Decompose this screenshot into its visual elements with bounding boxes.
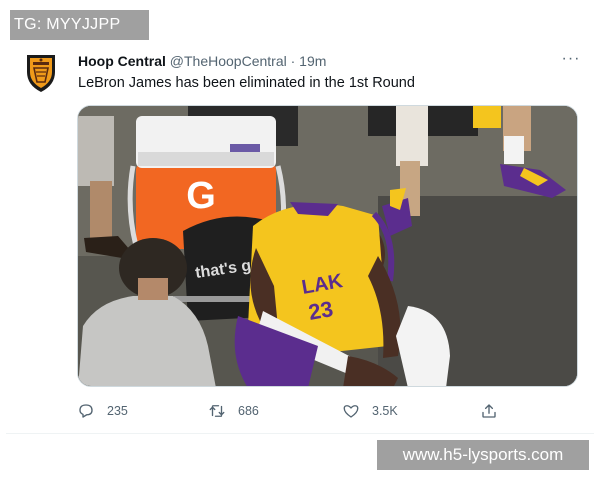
like-button[interactable]: 3.5K: [342, 400, 398, 422]
cooler-logo: G: [186, 175, 216, 217]
author-handle[interactable]: @TheHoopCentral: [170, 53, 287, 69]
avatar-logo-icon: [27, 55, 55, 92]
media-image: G that's g LAK 23: [78, 106, 577, 386]
reply-button[interactable]: 235: [77, 400, 128, 422]
avatar[interactable]: [24, 52, 58, 94]
share-button[interactable]: [480, 400, 498, 422]
retweet-count: 686: [238, 404, 259, 418]
tweet-media[interactable]: G that's g LAK 23: [77, 105, 578, 387]
jersey-number: 23: [307, 296, 335, 325]
watermark-bottom: www.h5-lysports.com: [377, 440, 589, 470]
share-icon: [482, 404, 496, 418]
reply-icon: [79, 404, 93, 418]
tweet-text: LeBron James has been eliminated in the …: [78, 75, 415, 91]
divider: [6, 433, 594, 434]
author-name[interactable]: Hoop Central: [78, 53, 166, 69]
tweet-time[interactable]: 19m: [299, 53, 326, 69]
like-count: 3.5K: [372, 404, 398, 418]
separator-dot: ·: [290, 53, 296, 69]
more-icon[interactable]: ···: [560, 50, 582, 70]
tweet-actions: 235 686 3.5K: [0, 400, 600, 424]
reply-count: 235: [107, 404, 128, 418]
retweet-icon: [209, 405, 225, 417]
like-icon: [343, 405, 359, 418]
retweet-button[interactable]: 686: [208, 400, 259, 422]
watermark-top: TG: MYYJJPP: [10, 10, 149, 40]
tweet-header: Hoop Central @TheHoopCentral · 19m: [78, 53, 326, 69]
